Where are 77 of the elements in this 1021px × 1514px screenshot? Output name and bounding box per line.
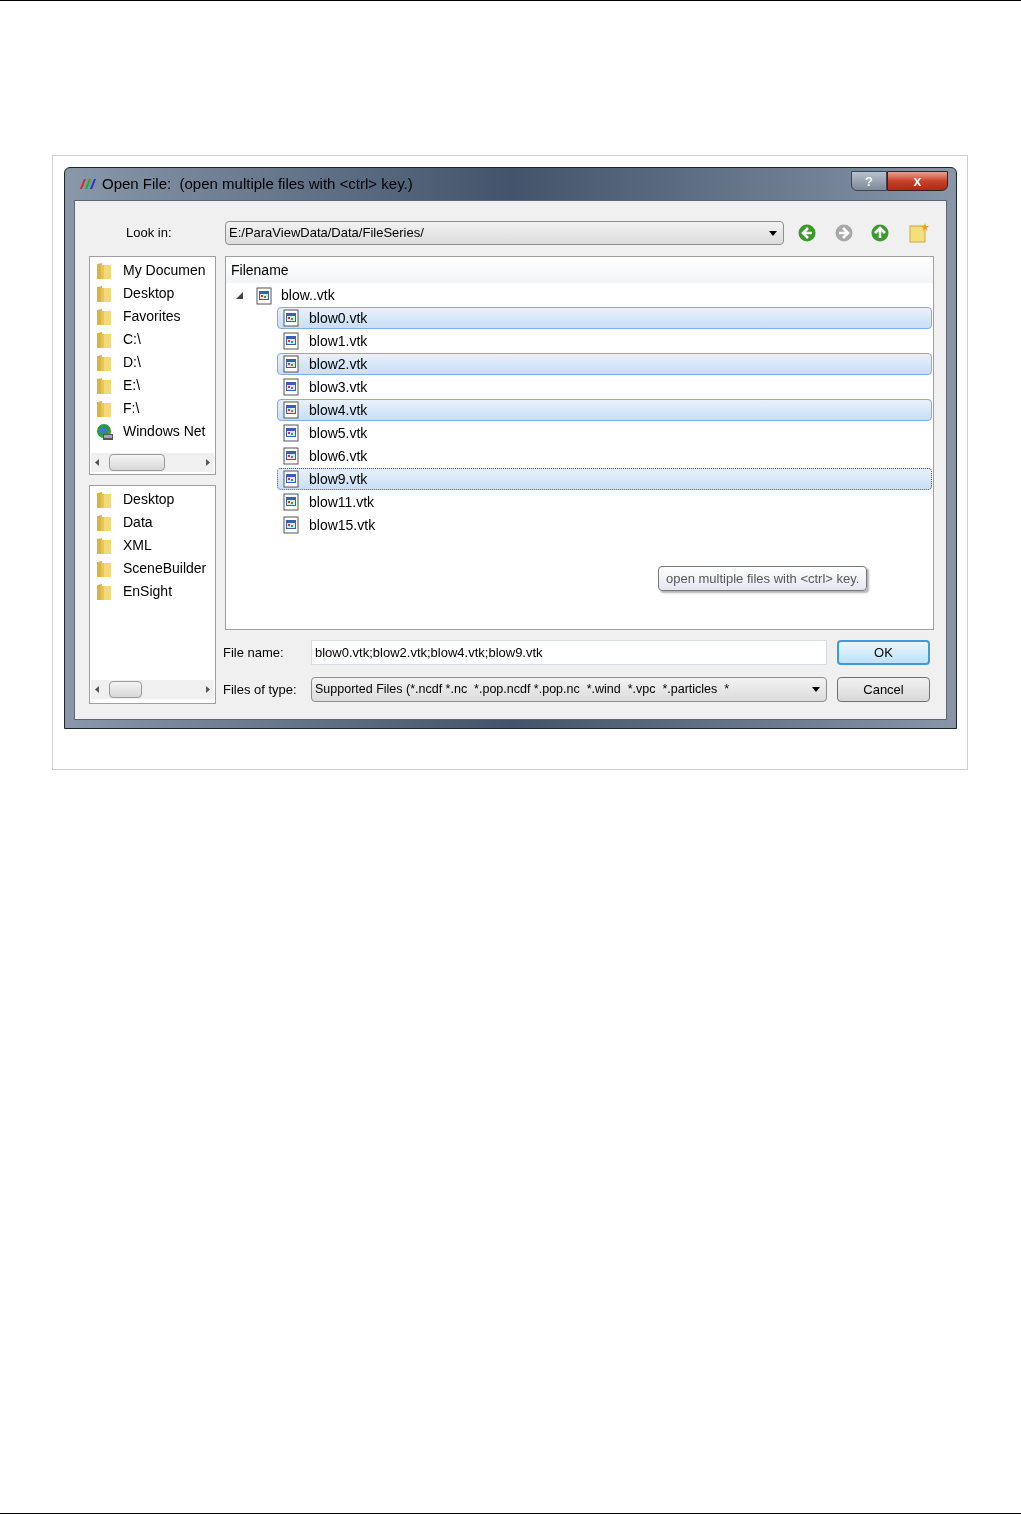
look-in-dropdown[interactable]: E:/ParaViewData/Data/FileSeries/	[225, 221, 784, 245]
file-icon	[283, 401, 299, 419]
file-row[interactable]: blow3.vtk	[277, 376, 932, 398]
place-item[interactable]: C:\	[123, 329, 141, 350]
place-item[interactable]: Desktop	[123, 283, 175, 304]
folder-icon	[96, 261, 112, 280]
caret-icon	[812, 687, 820, 692]
file-row[interactable]: blow2.vtk	[277, 353, 932, 375]
files-of-type-dropdown[interactable]: Supported Files (*.ncdf *.nc *.pop.ncdf *.pop.nc *.wind *.vpc *.particles *	[311, 677, 827, 702]
folder-icon	[96, 559, 112, 578]
folder-icon	[96, 376, 112, 395]
file-icon	[283, 378, 299, 396]
collapse-triangle-icon[interactable]	[236, 292, 243, 299]
file-row[interactable]: blow15.vtk	[277, 514, 932, 536]
up-arrow-icon[interactable]	[871, 224, 889, 242]
right-arrow-icon[interactable]	[206, 686, 210, 693]
file-icon	[283, 332, 299, 350]
horizontal-scrollbar[interactable]	[91, 680, 214, 699]
folder-icon	[96, 307, 112, 326]
folder-icon	[96, 513, 112, 532]
close-button[interactable]: x	[887, 171, 948, 191]
folder-icon	[96, 330, 112, 349]
place-item[interactable]: SceneBuilder	[123, 558, 207, 579]
file-row[interactable]: blow9.vtk	[277, 468, 932, 490]
window-title: Open File: (open multiple files with <ctrl> key.)	[102, 173, 413, 194]
place-item[interactable]: Data	[123, 512, 153, 533]
place-item[interactable]: D:\	[123, 352, 141, 373]
tooltip: open multiple files with <ctrl> key.	[658, 566, 868, 591]
network-icon	[96, 422, 114, 441]
file-row[interactable]: blow11.vtk	[277, 491, 932, 513]
place-item[interactable]: XML	[123, 535, 152, 556]
place-item[interactable]: Favorites	[123, 306, 181, 327]
file-icon	[256, 286, 272, 305]
file-icon	[283, 493, 299, 511]
cancel-button[interactable]: Cancel	[837, 677, 930, 702]
file-icon	[283, 470, 299, 488]
look-in-label: Look in:	[126, 224, 173, 243]
forward-arrow-icon[interactable]	[835, 224, 853, 242]
new-folder-icon[interactable]	[909, 223, 929, 243]
right-arrow-icon[interactable]	[206, 459, 210, 466]
folder-icon	[96, 399, 112, 418]
place-item[interactable]: My Documen	[123, 260, 206, 281]
left-arrow-icon[interactable]	[95, 686, 99, 693]
ok-button[interactable]: OK	[837, 640, 930, 665]
back-arrow-icon[interactable]	[798, 224, 816, 242]
file-row[interactable]: blow0.vtk	[277, 307, 932, 329]
file-row[interactable]: blow5.vtk	[277, 422, 932, 444]
place-item[interactable]: Desktop	[123, 489, 175, 510]
file-row[interactable]: blow1.vtk	[277, 330, 932, 352]
scrollbar-thumb[interactable]	[109, 681, 142, 698]
file-group-item[interactable]: blow..vtk	[281, 285, 335, 306]
file-icon	[283, 355, 299, 373]
path-text: E:/ParaViewData/Data/FileSeries/	[229, 224, 425, 243]
files-of-type-label: Files of type:	[223, 680, 298, 699]
place-item[interactable]: Windows Net	[123, 421, 206, 442]
folder-icon	[96, 536, 112, 555]
file-icon	[283, 424, 299, 442]
file-type-text: Supported Files (*.ncdf *.nc *.pop.ncdf *.pop.nc *.wind *.vpc *.particles *	[315, 681, 731, 699]
place-item[interactable]: EnSight	[123, 581, 173, 602]
place-item[interactable]: F:\	[123, 398, 140, 419]
file-row[interactable]: blow4.vtk	[277, 399, 932, 421]
file-icon	[283, 309, 299, 327]
caret-icon	[769, 230, 777, 236]
folder-icon	[96, 353, 112, 372]
stripes-icon	[77, 178, 97, 190]
scrollbar-thumb[interactable]	[109, 454, 165, 471]
horizontal-scrollbar[interactable]	[91, 453, 214, 472]
place-item[interactable]: E:\	[123, 375, 141, 396]
file-icon	[283, 516, 299, 534]
file-icon	[283, 447, 299, 465]
folder-icon	[96, 582, 112, 601]
file-name-field[interactable]: blow0.vtk;blow2.vtk;blow4.vtk;blow9.vtk	[311, 640, 827, 665]
folder-icon	[96, 490, 112, 509]
folder-icon	[96, 284, 112, 303]
file-row[interactable]: blow6.vtk	[277, 445, 932, 467]
left-arrow-icon[interactable]	[95, 459, 99, 466]
file-name-label: File name:	[223, 643, 285, 662]
